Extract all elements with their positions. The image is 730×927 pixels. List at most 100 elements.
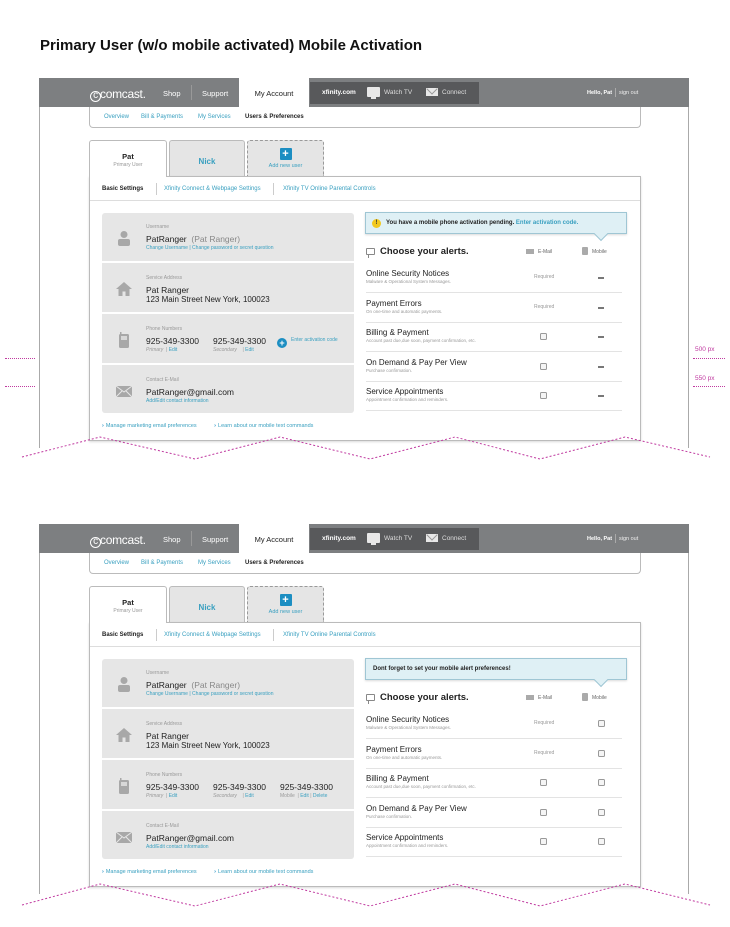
edit-link[interactable]: Edit (245, 793, 254, 799)
tab-xfinity-connect[interactable]: Xfinity Connect & Webpage Settings (164, 186, 261, 192)
plus-icon: + (279, 148, 292, 160)
phone-label: Phone Numbers (146, 772, 183, 778)
subnav-overview[interactable]: Overview (104, 114, 129, 120)
activation-pending-notice: ! You have a mobile phone activation pen… (365, 212, 627, 234)
alert-description: Malware & Operational System Messages. (366, 279, 452, 284)
text-commands-link[interactable]: › Learn about our mobile text commands (214, 869, 313, 875)
account-info-card: Username PatRanger (Pat Ranger) Change U… (102, 659, 354, 859)
nav-my-account[interactable]: My Account (239, 524, 309, 553)
subnav-overview[interactable]: Overview (104, 560, 129, 566)
marketing-prefs-link[interactable]: › Manage marketing email preferences (102, 423, 197, 429)
tab-parental-controls[interactable]: Xfinity TV Online Parental Controls (283, 186, 376, 192)
mobile-alert-checkbox[interactable] (598, 779, 605, 786)
alert-row: Billing & Payment Account past due,due so… (366, 323, 622, 352)
email-alert-checkbox[interactable] (540, 808, 547, 816)
mobile-alert-checkbox[interactable] (598, 838, 605, 845)
mobile-alert-checkbox[interactable] (598, 808, 605, 816)
tab-xfinity-connect[interactable]: Xfinity Connect & Webpage Settings (164, 632, 261, 638)
sub-nav: Overview Bill & Payments My Services Use… (89, 553, 641, 574)
mobile-alert-checkbox[interactable] (598, 720, 605, 727)
sub-nav: Overview Bill & Payments My Services Use… (89, 107, 641, 128)
connect-link[interactable]: Connect (442, 89, 466, 96)
alert-row: Payment Errors On one-time and automatic … (366, 740, 622, 769)
account-info-card: Username PatRanger (Pat Ranger) Change U… (102, 213, 354, 413)
plus-icon: + (279, 594, 292, 606)
comcast-logo[interactable]: c comcast. (90, 533, 146, 548)
email-alert-checkbox[interactable] (540, 392, 547, 399)
enter-activation-link[interactable]: Enter activation code. (516, 220, 578, 226)
marketing-prefs-link[interactable]: › Manage marketing email preferences (102, 869, 197, 875)
alert-description: On one-time and automatic payments. (366, 308, 443, 314)
email-icon (526, 249, 534, 254)
change-password-link[interactable]: Change password or secret question (192, 245, 273, 251)
email-alert-checkbox[interactable] (540, 779, 547, 786)
tab-parental-controls[interactable]: Xfinity TV Online Parental Controls (283, 632, 376, 638)
email-alert-checkbox[interactable] (540, 838, 547, 845)
alert-description: On one-time and automatic payments. (366, 754, 443, 760)
text-commands-link[interactable]: › Learn about our mobile text commands (214, 423, 313, 429)
user-tab-pat[interactable]: Pat Primary User (89, 140, 167, 177)
sign-out-link[interactable]: sign out (619, 536, 638, 542)
edit-link[interactable]: Edit (169, 347, 178, 353)
alert-name: Billing & Payment (366, 774, 429, 783)
nav-my-account[interactable]: My Account (239, 78, 309, 107)
connect-link[interactable]: Connect (442, 535, 466, 542)
subnav-bill-payments[interactable]: Bill & Payments (141, 114, 183, 120)
mobile-alert-checkbox[interactable] (598, 749, 605, 757)
settings-panel: Basic Settings Xfinity Connect & Webpage… (89, 622, 641, 887)
nav-divider (191, 85, 192, 100)
username-value: PatRanger (Pat Ranger) (146, 680, 241, 690)
delete-link[interactable]: Delete (313, 793, 327, 799)
phone-secondary: 925-349-3300 Secondary | Edit (213, 782, 266, 799)
nav-shop[interactable]: Shop (163, 89, 181, 98)
nav-support[interactable]: Support (202, 535, 228, 544)
alert-row: Online Security Notices Malware & Operati… (366, 264, 622, 293)
email-alert-checkbox[interactable] (540, 362, 547, 370)
edit-contact-link[interactable]: Add/Edit contact information (146, 844, 209, 850)
fold-annotation-550: 550 px (695, 375, 715, 382)
subnav-users-preferences[interactable]: Users & Preferences (245, 114, 304, 120)
watch-tv-link[interactable]: Watch TV (384, 535, 412, 542)
change-username-link[interactable]: Change Username (146, 691, 188, 697)
subnav-bill-payments[interactable]: Bill & Payments (141, 560, 183, 566)
subnav-users-preferences[interactable]: Users & Preferences (245, 560, 304, 566)
edit-contact-link[interactable]: Add/Edit contact information (146, 398, 209, 404)
alerts-title: Choose your alerts. (380, 692, 469, 703)
edit-link[interactable]: Edit (245, 347, 254, 353)
alert-name: Online Security Notices (366, 269, 450, 278)
xfinity-link[interactable]: xfinity.com (322, 89, 356, 96)
add-user-label: Add new user (268, 163, 303, 169)
add-user-button[interactable]: + Add new user (247, 140, 324, 176)
subnav-my-services[interactable]: My Services (198, 560, 231, 566)
envelope-icon (116, 831, 132, 844)
edit-link[interactable]: Edit (300, 793, 309, 799)
xfinity-link[interactable]: xfinity.com (322, 535, 356, 542)
tv-icon (367, 87, 380, 99)
user-name: Nick (198, 157, 216, 166)
email-alert-checkbox[interactable] (540, 333, 547, 340)
edit-link[interactable]: Edit (169, 793, 178, 799)
user-tab-pat[interactable]: Pat Primary User (89, 586, 167, 623)
change-password-link[interactable]: Change password or secret question (192, 691, 273, 697)
account-links: Change Username | Change password or sec… (146, 245, 274, 251)
user-tab-nick[interactable]: Nick (169, 140, 245, 176)
email-row: Contact E-Mail PatRanger@gmail.com Add/E… (102, 366, 354, 413)
alerts-title: Choose your alerts. (380, 246, 469, 257)
email-value: PatRanger@gmail.com (146, 387, 234, 397)
tab-basic-settings[interactable]: Basic Settings (102, 632, 143, 638)
chat-bubble-icon (366, 694, 375, 704)
change-username-link[interactable]: Change Username (146, 245, 188, 251)
nav-support[interactable]: Support (202, 89, 228, 98)
nav-shop[interactable]: Shop (163, 535, 181, 544)
user-name: Pat (122, 152, 134, 161)
email-icon (526, 695, 534, 700)
plus-circle-icon: + (277, 338, 287, 348)
comcast-logo[interactable]: c comcast. (90, 87, 146, 102)
sign-out-link[interactable]: sign out (619, 90, 638, 96)
add-user-button[interactable]: + Add new user (247, 586, 324, 622)
user-tab-nick[interactable]: Nick (169, 586, 245, 622)
watch-tv-link[interactable]: Watch TV (384, 89, 412, 96)
alert-row: Service Appointments Appointment confirma… (366, 382, 622, 411)
subnav-my-services[interactable]: My Services (198, 114, 231, 120)
tab-basic-settings[interactable]: Basic Settings (102, 186, 143, 192)
